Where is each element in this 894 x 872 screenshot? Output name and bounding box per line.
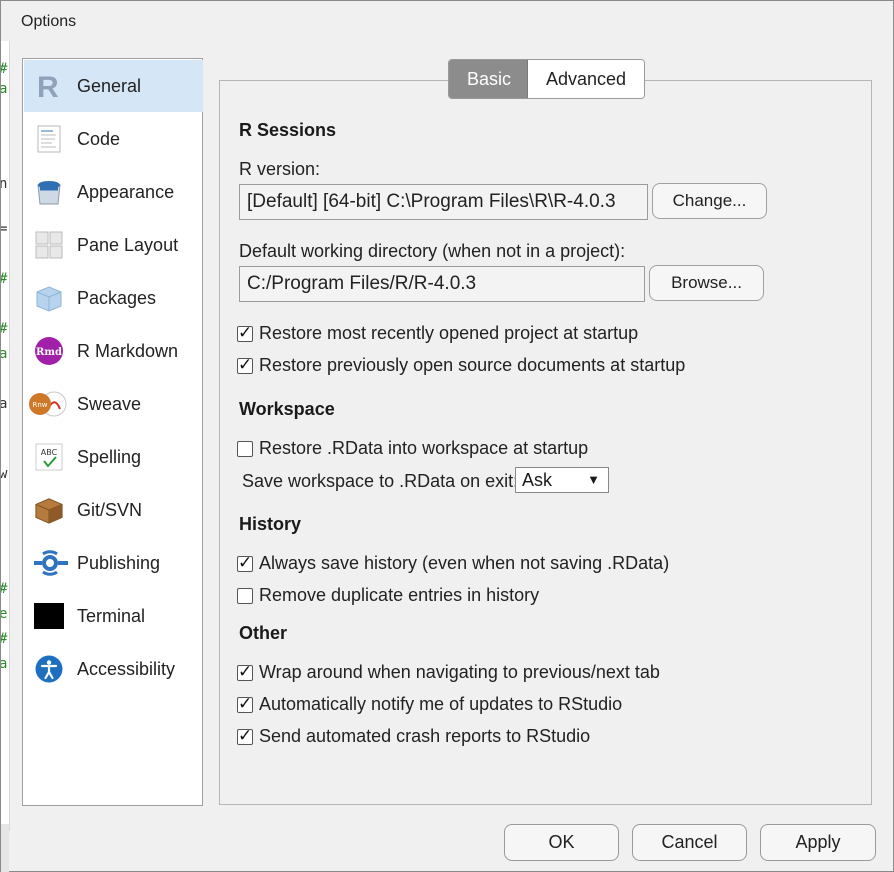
publishing-icon [30, 548, 70, 578]
history-heading: History [239, 514, 302, 534]
sweave-icon: Rnw [28, 389, 68, 419]
other-heading: Other [239, 623, 288, 643]
sidebar-item-label: Git/SVN [77, 499, 143, 520]
restore-rdata-checkbox[interactable]: Restore .RData into workspace at startup [237, 438, 588, 459]
background-editor-strip: # a n = # # a a w # e # a [1, 41, 10, 831]
tab-bar: Basic Advanced [448, 59, 645, 99]
sidebar-item-label: Sweave [77, 393, 142, 414]
browse-working-directory-button[interactable]: Browse... [649, 265, 764, 301]
svg-text:Rmd: Rmd [36, 347, 62, 358]
notify-updates-checkbox[interactable]: Automatically notify me of updates to RS… [237, 694, 622, 715]
sidebar-item-label: Publishing [77, 552, 161, 573]
checkbox-label: Automatically notify me of updates to RS… [259, 694, 623, 714]
save-workspace-select[interactable]: Ask ▼ [515, 467, 609, 493]
sidebar-item-label: Accessibility [77, 658, 176, 679]
sidebar-item-accessibility[interactable]: Accessibility [24, 643, 203, 695]
cancel-button[interactable]: Cancel [632, 824, 747, 861]
tab-advanced[interactable]: Advanced [528, 60, 644, 98]
terminal-icon [34, 601, 64, 631]
save-workspace-label: Save workspace to .RData on exit: [242, 471, 519, 491]
checkbox-checked[interactable] [237, 553, 253, 573]
r-logo-icon: R [34, 71, 64, 101]
sidebar-item-label: General [77, 75, 142, 96]
always-save-history-checkbox[interactable]: Always save history (even when not savin… [237, 553, 669, 574]
options-sidebar: R General Code Appearance Pane Layout Pa… [22, 58, 203, 806]
sidebar-item-git-svn[interactable]: Git/SVN [24, 484, 203, 536]
workspace-heading: Workspace [239, 399, 335, 419]
options-dialog: Options # a n = # # a a w # e # a R Gene… [0, 0, 894, 872]
rmd-icon: Rmd [34, 336, 64, 366]
checkbox-label: Restore previously open source documents… [259, 355, 686, 375]
title-bar: Options [1, 1, 893, 41]
accessibility-icon [34, 654, 64, 684]
select-value: Ask [522, 470, 553, 490]
restore-documents-checkbox[interactable]: Restore previously open source documents… [237, 355, 685, 376]
sidebar-item-label: Code [77, 128, 121, 149]
restore-project-checkbox[interactable]: Restore most recently opened project at … [237, 323, 638, 344]
checkbox-label: Remove duplicate entries in history [259, 585, 540, 605]
background-strip [1, 824, 9, 872]
checkbox-checked[interactable] [237, 355, 253, 375]
package-cube-icon [34, 283, 64, 313]
checkbox-unchecked[interactable] [237, 587, 253, 604]
sidebar-item-label: Pane Layout [77, 234, 179, 255]
checkbox-checked[interactable] [237, 726, 253, 746]
checkbox-checked[interactable] [237, 323, 253, 343]
sidebar-item-label: Terminal [77, 605, 146, 626]
r-version-label: R version: [239, 159, 321, 179]
paint-bucket-icon [34, 177, 64, 207]
checkbox-label: Always save history (even when not savin… [259, 553, 670, 573]
checkbox-label: Wrap around when navigating to previous/… [259, 662, 660, 682]
sidebar-item-packages[interactable]: Packages [24, 272, 203, 324]
svg-text:R: R [37, 71, 59, 101]
change-r-version-button[interactable]: Change... [652, 183, 767, 219]
sidebar-item-general[interactable]: R General [24, 60, 203, 112]
sidebar-item-sweave[interactable]: Rnw Sweave [24, 378, 203, 430]
sidebar-item-r-markdown[interactable]: Rmd R Markdown [24, 325, 203, 377]
svg-text:Rnw: Rnw [32, 401, 47, 409]
spellcheck-icon: ABC [34, 442, 64, 472]
ok-button[interactable]: OK [504, 824, 619, 861]
working-directory-label: Default working directory (when not in a… [239, 241, 626, 261]
checkbox-checked[interactable] [237, 694, 253, 714]
crash-reports-checkbox[interactable]: Send automated crash reports to RStudio [237, 726, 590, 747]
pane-grid-icon [34, 230, 64, 260]
sidebar-item-label: Spelling [77, 446, 142, 467]
window-title: Options [21, 13, 77, 30]
wrap-tabs-checkbox[interactable]: Wrap around when navigating to previous/… [237, 662, 660, 683]
tab-basic[interactable]: Basic [449, 60, 528, 98]
sidebar-item-spelling[interactable]: ABC Spelling [24, 431, 203, 483]
git-box-icon [34, 495, 64, 525]
checkbox-unchecked[interactable] [237, 440, 253, 457]
sidebar-item-label: R Markdown [77, 340, 179, 361]
r-sessions-heading: R Sessions [239, 120, 337, 140]
sidebar-item-appearance[interactable]: Appearance [24, 166, 203, 218]
checkbox-checked[interactable] [237, 662, 253, 682]
remove-duplicates-checkbox[interactable]: Remove duplicate entries in history [237, 585, 539, 606]
checkbox-label: Restore .RData into workspace at startup [259, 438, 589, 458]
sidebar-item-publishing[interactable]: Publishing [24, 537, 203, 589]
svg-text:ABC: ABC [41, 448, 58, 457]
working-directory-field: C:/Program Files/R/R-4.0.3 [239, 266, 645, 302]
sidebar-item-terminal[interactable]: Terminal [24, 590, 203, 642]
sidebar-item-label: Packages [77, 287, 157, 308]
r-version-field: [Default] [64-bit] C:\Program Files\R\R-… [239, 184, 648, 220]
checkbox-label: Send automated crash reports to RStudio [259, 726, 591, 746]
apply-button[interactable]: Apply [760, 824, 876, 861]
code-document-icon [34, 124, 64, 154]
sidebar-item-pane-layout[interactable]: Pane Layout [24, 219, 203, 271]
sidebar-item-code[interactable]: Code [24, 113, 203, 165]
dropdown-arrow-icon: ▼ [587, 472, 600, 487]
checkbox-label: Restore most recently opened project at … [259, 323, 639, 343]
sidebar-item-label: Appearance [77, 181, 175, 202]
